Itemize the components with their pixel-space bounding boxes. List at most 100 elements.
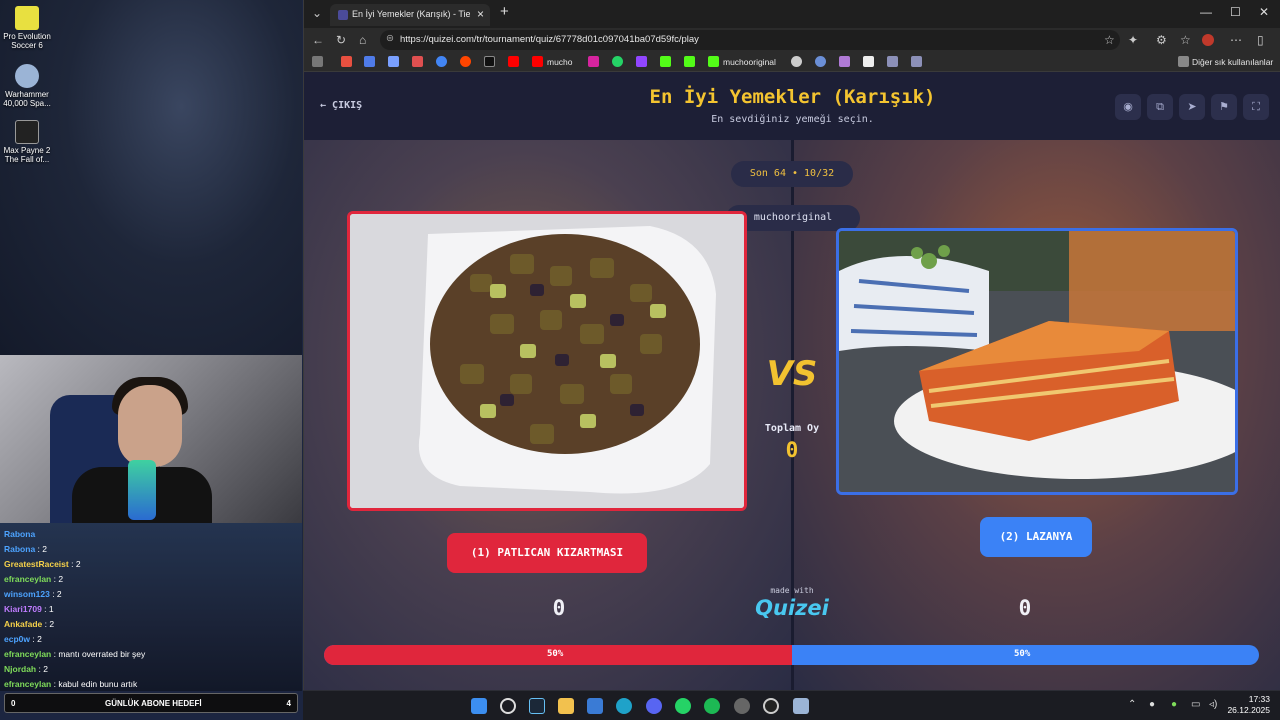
- sidebar-toggle-icon[interactable]: ▯: [1257, 33, 1264, 47]
- tray-chevron-icon[interactable]: ⌃: [1128, 699, 1136, 710]
- kick-bookmark-icon[interactable]: [660, 56, 671, 67]
- option-2-score: 0: [1018, 596, 1032, 620]
- kick-bookmark-icon[interactable]: [708, 56, 719, 67]
- app-icon[interactable]: [793, 698, 809, 714]
- chat-message: : 1: [41, 604, 54, 614]
- other-favorites[interactable]: Diğer sık kullanılanlar: [1192, 57, 1273, 67]
- favorite-star-icon[interactable]: ☆: [1104, 33, 1115, 47]
- bookmark-icon[interactable]: [341, 56, 352, 67]
- chat-line: Njordah : 2: [4, 662, 298, 677]
- chat-line: efranceylan : mantı overrated bir şey: [4, 647, 298, 662]
- extensions-icon[interactable]: ✦: [1128, 33, 1138, 47]
- maximize-button[interactable]: ☐: [1230, 5, 1241, 19]
- bookmark-icon[interactable]: [815, 56, 826, 67]
- google-bookmark-icon[interactable]: [436, 56, 447, 67]
- x-bookmark-icon[interactable]: [484, 56, 495, 67]
- whatsapp-icon[interactable]: [675, 698, 691, 714]
- subscriber-goal-bar: 0 GÜNLÜK ABONE HEDEFİ 4: [4, 693, 298, 713]
- spotify-icon[interactable]: [704, 698, 720, 714]
- minimize-button[interactable]: —: [1200, 5, 1212, 19]
- start-windows-icon[interactable]: [471, 698, 487, 714]
- url-field[interactable]: ⊜ https://quizei.com/tr/tournament/quiz/…: [380, 30, 1120, 50]
- chat-user: GreatestRaceist: [4, 559, 69, 569]
- discord-icon[interactable]: [646, 698, 662, 714]
- streamer-face: [118, 385, 182, 467]
- eye-icon[interactable]: ◉: [1115, 94, 1141, 120]
- option-2-image[interactable]: [836, 228, 1238, 495]
- chat-message: : kabul edin bunu artık: [51, 679, 138, 689]
- collections-icon[interactable]: ☆: [1180, 33, 1191, 47]
- store-icon[interactable]: [587, 698, 603, 714]
- home-icon[interactable]: ⌂: [359, 33, 366, 47]
- twitch-bookmark-icon[interactable]: [636, 56, 647, 67]
- bookmark-icon[interactable]: [887, 56, 898, 67]
- bookmark-icon[interactable]: [863, 56, 874, 67]
- chat-user: Rabona: [4, 529, 36, 539]
- tablet-bookmark-icon[interactable]: [312, 56, 323, 67]
- desktop-icon-label: Warhammer 40,000 Spa...: [3, 90, 51, 108]
- obs-icon[interactable]: [734, 698, 750, 714]
- tab-active[interactable]: En İyi Yemekler (Karışık) - Tier List ×: [330, 4, 490, 26]
- tab-close-icon[interactable]: ×: [477, 7, 484, 21]
- profile-avatar-icon[interactable]: [1202, 34, 1214, 46]
- tray-app-icon[interactable]: ●: [1149, 699, 1155, 710]
- app-icon[interactable]: [763, 698, 779, 714]
- instagram-bookmark-icon[interactable]: [588, 56, 599, 67]
- chat-message: : 2: [36, 664, 48, 674]
- site-info-icon[interactable]: ⊜: [386, 33, 394, 44]
- goal-label: GÜNLÜK ABONE HEDEFİ: [105, 699, 202, 708]
- gmail-bookmark-icon[interactable]: [412, 56, 423, 67]
- chat-message: : 2: [51, 574, 64, 584]
- new-tab-plus-icon[interactable]: +: [500, 3, 509, 20]
- chat-user: efranceylan: [4, 574, 52, 584]
- reddit-bookmark-icon[interactable]: [460, 56, 471, 67]
- network-icon[interactable]: ▭: [1191, 699, 1200, 710]
- kick-bookmark-icon[interactable]: [684, 56, 695, 67]
- tab-list-chevron-icon[interactable]: ⌄: [312, 6, 322, 20]
- bookmark-icon[interactable]: [791, 56, 802, 67]
- option-2-percent: 50%: [1014, 649, 1031, 659]
- back-arrow-icon[interactable]: ←: [312, 33, 324, 47]
- tab-strip: ⌄ En İyi Yemekler (Karışık) - Tier List …: [304, 0, 1280, 28]
- stream-chat: Rabona Rabona : 2 GreatestRaceist : 2 ef…: [0, 523, 302, 691]
- file-explorer-icon[interactable]: [558, 698, 574, 714]
- chat-line: winsom123 : 2: [4, 587, 298, 602]
- chat-line: GreatestRaceist : 2: [4, 557, 298, 572]
- edge-icon[interactable]: [616, 698, 632, 714]
- choose-option-1-button[interactable]: (1) PATLICAN KIZARTMASI: [447, 533, 647, 573]
- close-window-button[interactable]: ✕: [1259, 5, 1269, 19]
- split-screen-icon[interactable]: ⚙: [1156, 33, 1167, 47]
- volume-icon[interactable]: ◃): [1209, 699, 1217, 710]
- microphone: [128, 460, 156, 520]
- reload-icon[interactable]: ↻: [336, 33, 346, 47]
- quizei-logo[interactable]: Quizei: [744, 596, 840, 620]
- desktop-icon-maxpayne[interactable]: Max Payne 2 The Fall of...: [2, 120, 52, 164]
- more-menu-icon[interactable]: ⋯: [1230, 33, 1242, 47]
- flag-icon[interactable]: ⚑: [1211, 94, 1237, 120]
- desktop-icon-label: Pro Evolution Soccer 6: [3, 32, 51, 50]
- pes6-icon: [15, 6, 39, 30]
- taskbar: ⌃ ● ● ▭ ◃) 17:33 26.12.2025: [303, 690, 1280, 720]
- folder-icon[interactable]: [1178, 56, 1189, 67]
- search-icon[interactable]: [500, 698, 516, 714]
- bookmark-mucho[interactable]: mucho: [547, 57, 573, 67]
- fullscreen-icon[interactable]: ⛶: [1243, 94, 1269, 120]
- desktop-icon-warhammer[interactable]: Warhammer 40,000 Spa...: [2, 64, 52, 108]
- choose-option-2-button[interactable]: (2) LAZANYA: [980, 517, 1092, 557]
- whatsapp-bookmark-icon[interactable]: [612, 56, 623, 67]
- bookmark-icon[interactable]: [911, 56, 922, 67]
- tray-mic-icon[interactable]: ●: [1171, 699, 1177, 710]
- youtube-bookmark-icon[interactable]: [508, 56, 519, 67]
- send-icon[interactable]: ➤: [1179, 94, 1205, 120]
- bookmark-icon[interactable]: [364, 56, 375, 67]
- desktop-icon-pes6[interactable]: Pro Evolution Soccer 6: [2, 6, 52, 50]
- copy-icon[interactable]: ⧉: [1147, 94, 1173, 120]
- youtube-bookmark-icon[interactable]: [532, 56, 543, 67]
- address-bar-row: ← ↻ ⌂ ⊜ https://quizei.com/tr/tournament…: [304, 28, 1280, 52]
- bookmark-icon[interactable]: [388, 56, 399, 67]
- bookmark-muchooriginal[interactable]: muchooriginal: [723, 57, 776, 67]
- system-clock[interactable]: 17:33 26.12.2025: [1227, 694, 1270, 716]
- bookmark-icon[interactable]: [839, 56, 850, 67]
- steam-icon[interactable]: [529, 698, 545, 714]
- option-1-image[interactable]: [347, 211, 747, 511]
